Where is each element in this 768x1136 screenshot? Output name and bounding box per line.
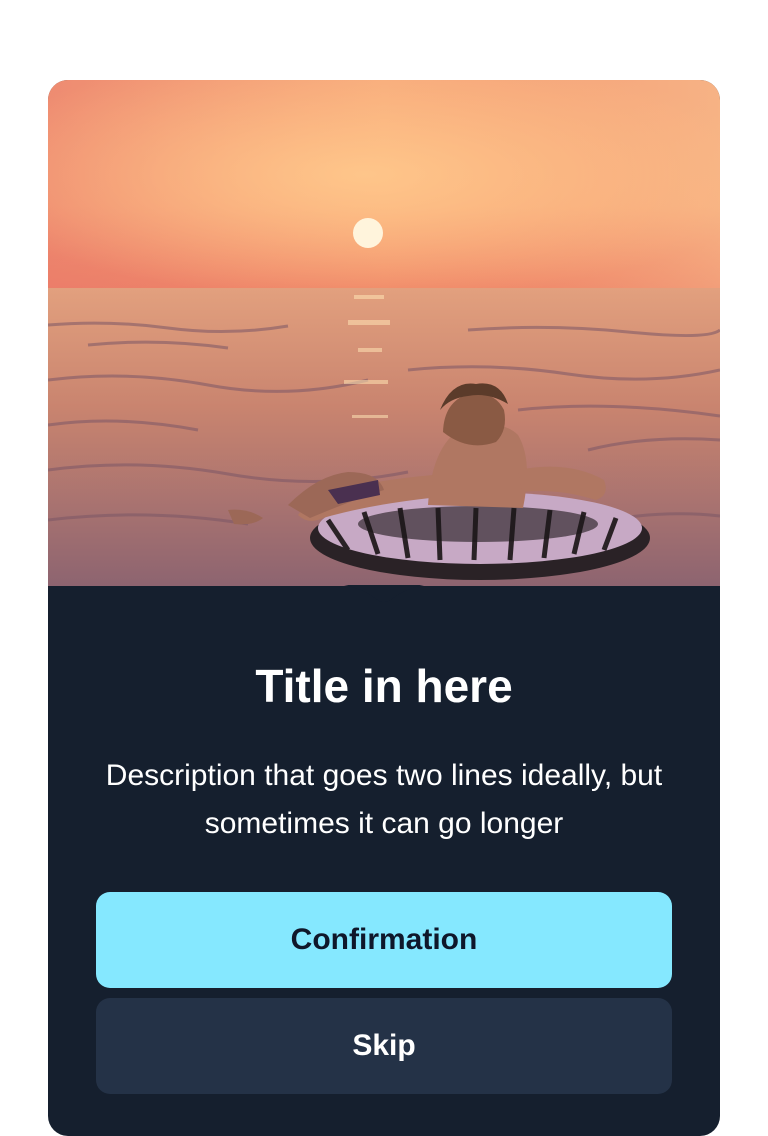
hero-image [48, 80, 720, 586]
dialog-card: Title in here Description that goes two … [48, 80, 720, 1136]
dialog-description: Description that goes two lines ideally,… [105, 759, 663, 840]
sun-shape [353, 218, 383, 248]
dialog-content: Title in here Description that goes two … [48, 586, 720, 1136]
confirm-button[interactable]: Confirmation [96, 892, 672, 988]
dialog-title: Title in here [255, 660, 513, 712]
skip-button[interactable]: Skip [96, 998, 672, 1094]
